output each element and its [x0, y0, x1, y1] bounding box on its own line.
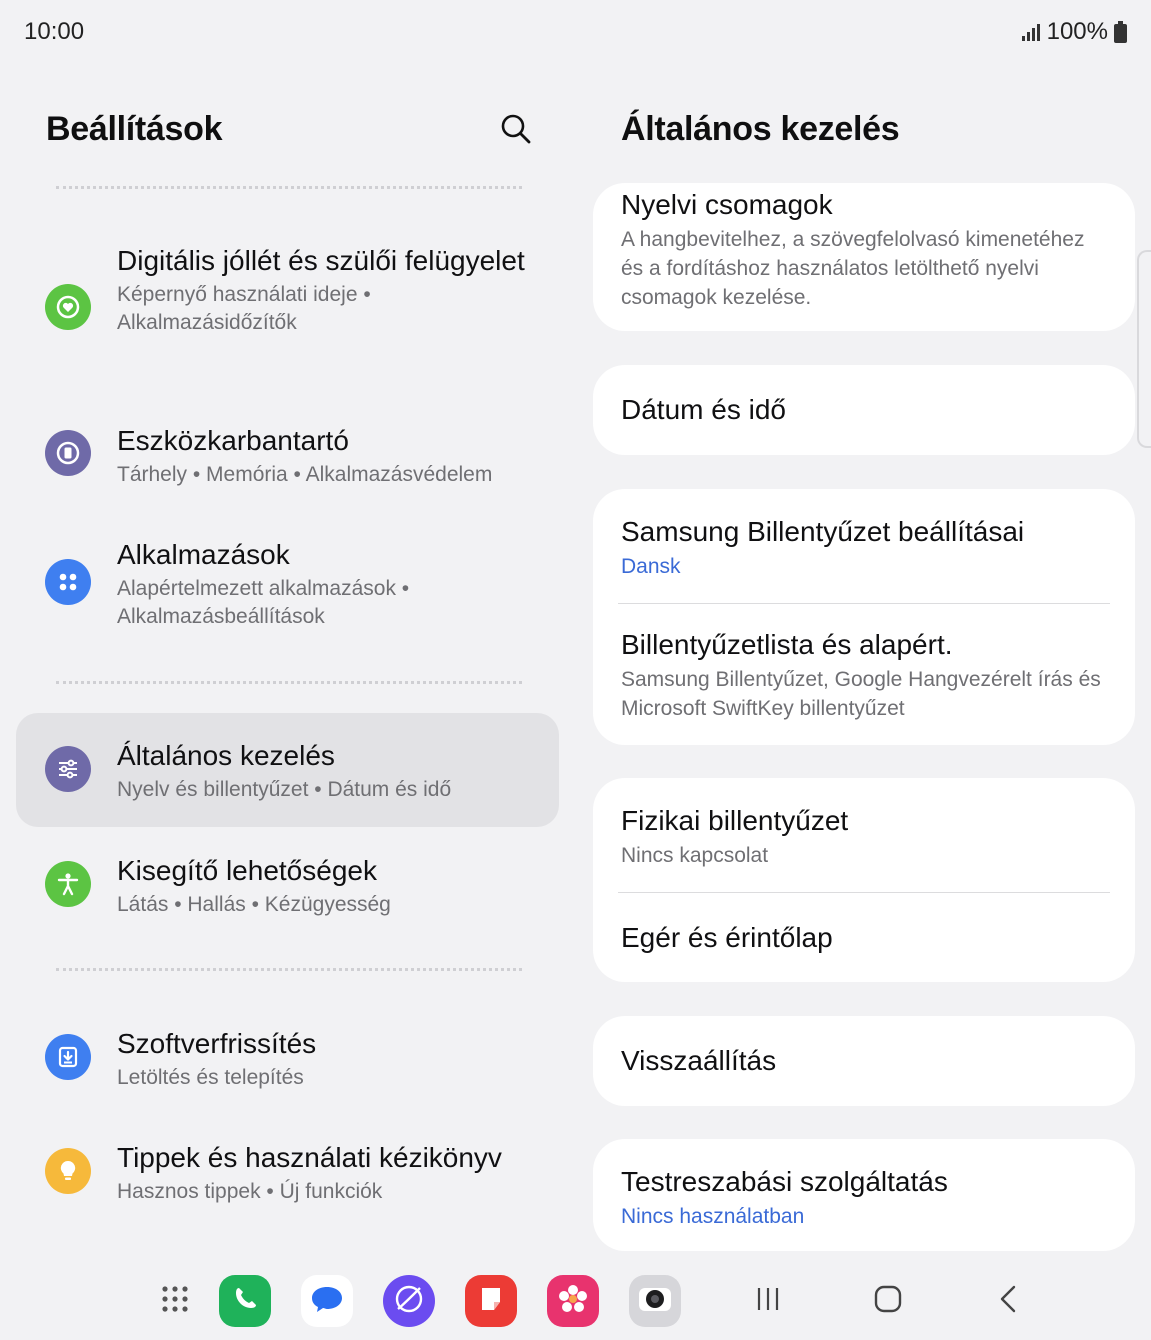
- phone-app-button[interactable]: [219, 1275, 271, 1327]
- detail-pane: Általános kezelés Nyelvi csomagok A hang…: [575, 0, 1151, 1255]
- setting-row-keyboard-list[interactable]: Billentyűzetlista és alapért. Samsung Bi…: [593, 604, 1135, 723]
- menu-item-subtitle: Képernyő használati ideje • Alkalmazásid…: [117, 283, 371, 334]
- phone-icon: [230, 1284, 260, 1319]
- setting-row-samsung-keyboard[interactable]: Samsung Billentyűzet beállításai Dansk: [593, 489, 1135, 578]
- menu-item-subtitle: Hasznos tippek • Új funkciók: [117, 1180, 383, 1203]
- setting-subtitle: Samsung Billentyűzet, Google Hangvezérel…: [621, 668, 1101, 720]
- card-keyboards: Samsung Billentyűzet beállításai Dansk B…: [593, 489, 1135, 745]
- section-divider: [56, 186, 522, 189]
- menu-item-title: Kisegítő lehetőségek: [117, 855, 377, 886]
- recents-button[interactable]: [742, 1275, 794, 1327]
- device-care-icon: [45, 430, 91, 476]
- camera-icon: [636, 1283, 674, 1320]
- menu-item-title: Tippek és használati kézikönyv: [117, 1142, 502, 1173]
- setting-title: Visszaállítás: [621, 1045, 777, 1076]
- section-divider: [56, 681, 522, 684]
- back-button[interactable]: [982, 1275, 1034, 1327]
- menu-item-subtitle: Alapértelmezett alkalmazások • Alkalmazá…: [117, 577, 410, 628]
- card-physical-input: Fizikai billentyűzet Nincs kapcsolat Egé…: [593, 778, 1135, 982]
- notes-app-button[interactable]: [465, 1275, 517, 1327]
- accessibility-icon: [45, 861, 91, 907]
- menu-item-title: Eszközkarbantartó: [117, 425, 349, 456]
- setting-row-mouse-touchpad[interactable]: Egér és érintőlap: [593, 893, 1135, 956]
- menu-item-title: Szoftverfrissítés: [117, 1028, 317, 1059]
- search-button[interactable]: [494, 109, 538, 153]
- card-reset: Visszaállítás: [593, 1016, 1135, 1106]
- menu-item-accessibility[interactable]: Kisegítő lehetőségek Látás • Hallás • Ké…: [16, 842, 559, 932]
- home-icon: [874, 1285, 902, 1318]
- setting-subtitle: A hangbevitelhez, a szövegfelolvasó kime…: [621, 228, 1085, 309]
- recents-icon: [754, 1285, 782, 1318]
- setting-row-language-packs[interactable]: Nyelvi csomagok A hangbevitelhez, a szöv…: [593, 183, 1135, 312]
- lightbulb-icon: [45, 1148, 91, 1194]
- gallery-icon: [556, 1282, 590, 1321]
- settings-list-pane: Beállítások Digitális jóllét és szülői f…: [0, 0, 575, 1255]
- setting-title: Testreszabási szolgáltatás: [621, 1166, 948, 1197]
- gallery-app-button[interactable]: [547, 1275, 599, 1327]
- detail-title: Általános kezelés: [621, 110, 900, 148]
- menu-item-digital-wellbeing[interactable]: Digitális jóllét és szülői felügyelet Ké…: [16, 232, 559, 382]
- menu-item-subtitle: Nyelv és billentyűzet • Dátum és idő: [117, 778, 452, 801]
- card-date-time: Dátum és idő: [593, 365, 1135, 455]
- setting-row-reset[interactable]: Visszaállítás: [593, 1016, 1135, 1079]
- setting-title: Samsung Billentyűzet beállításai: [621, 516, 1025, 547]
- menu-item-subtitle: Letöltés és telepítés: [117, 1066, 304, 1089]
- card-language-packs: Nyelvi csomagok A hangbevitelhez, a szöv…: [593, 183, 1135, 331]
- search-icon: [500, 113, 532, 150]
- card-customization: Testreszabási szolgáltatás Nincs használ…: [593, 1139, 1135, 1251]
- download-icon: [45, 1034, 91, 1080]
- heart-circle-icon: [45, 284, 91, 330]
- setting-title: Dátum és idő: [621, 394, 786, 425]
- setting-title: Nyelvi csomagok: [621, 189, 833, 220]
- apps-grid-icon: [45, 559, 91, 605]
- section-divider: [56, 968, 522, 971]
- menu-item-software-update[interactable]: Szoftverfrissítés Letöltés és telepítés: [16, 1015, 559, 1105]
- back-icon: [994, 1285, 1022, 1318]
- menu-item-subtitle: Tárhely • Memória • Alkalmazásvédelem: [117, 463, 493, 486]
- app-drawer-button[interactable]: [149, 1275, 201, 1327]
- home-button[interactable]: [862, 1275, 914, 1327]
- sliders-icon: [45, 746, 91, 792]
- setting-title: Billentyűzetlista és alapért.: [621, 629, 953, 660]
- setting-row-physical-keyboard[interactable]: Fizikai billentyűzet Nincs kapcsolat: [593, 778, 1135, 867]
- menu-item-tips[interactable]: Tippek és használati kézikönyv Hasznos t…: [16, 1129, 559, 1219]
- app-drawer-icon: [160, 1284, 190, 1319]
- camera-app-button[interactable]: [629, 1275, 681, 1327]
- scroll-handle[interactable]: [1137, 250, 1151, 448]
- menu-item-title: Digitális jóllét és szülői felügyelet: [117, 245, 525, 276]
- menu-item-subtitle: Látás • Hallás • Kézügyesség: [117, 893, 391, 916]
- internet-icon: [392, 1282, 426, 1321]
- setting-row-date-time[interactable]: Dátum és idő: [593, 365, 1135, 428]
- page-title: Beállítások: [46, 110, 223, 148]
- setting-title: Egér és érintőlap: [621, 922, 833, 953]
- internet-app-button[interactable]: [383, 1275, 435, 1327]
- setting-row-customization-service[interactable]: Testreszabási szolgáltatás Nincs használ…: [593, 1139, 1135, 1231]
- menu-item-device-care[interactable]: Eszközkarbantartó Tárhely • Memória • Al…: [16, 412, 559, 502]
- notes-icon: [476, 1284, 506, 1319]
- setting-subtitle: Dansk: [621, 555, 681, 578]
- messages-icon: [309, 1283, 345, 1320]
- menu-item-apps[interactable]: Alkalmazások Alapértelmezett alkalmazáso…: [16, 526, 559, 646]
- setting-subtitle: Nincs használatban: [621, 1205, 805, 1228]
- menu-item-general-management[interactable]: Általános kezelés Nyelv és billentyűzet …: [16, 713, 559, 827]
- menu-item-title: Általános kezelés: [117, 740, 335, 771]
- setting-subtitle: Nincs kapcsolat: [621, 844, 769, 867]
- menu-item-title: Alkalmazások: [117, 539, 290, 570]
- setting-title: Fizikai billentyűzet: [621, 805, 849, 836]
- taskbar: [0, 1255, 1151, 1340]
- messages-app-button[interactable]: [301, 1275, 353, 1327]
